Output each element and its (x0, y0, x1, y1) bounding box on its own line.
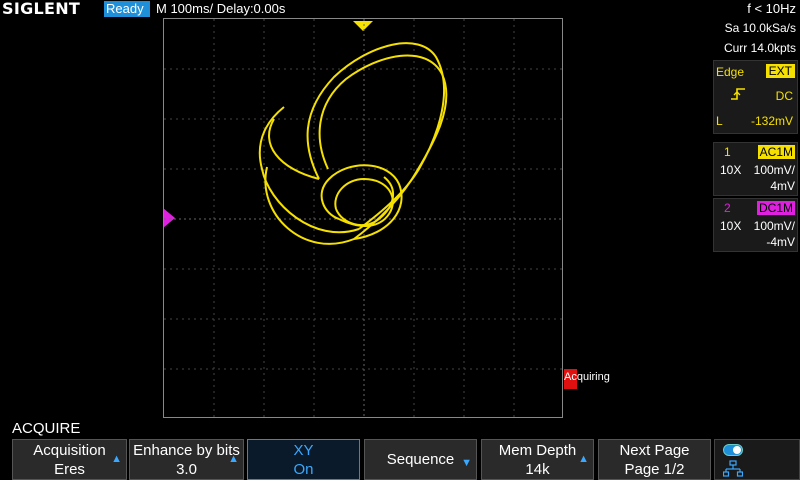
softkey-label: Next Page (619, 442, 690, 459)
softkey-value: On (293, 461, 314, 478)
softkey-value: 14k (525, 461, 550, 478)
up-arrow-icon: ▲ (228, 453, 239, 465)
frequency-readout: f < 10Hz (747, 1, 796, 16)
softkey-label: Mem Depth (498, 442, 577, 459)
trigger-level-label: L (716, 114, 723, 128)
acquiring-label: Acquiring (564, 371, 610, 383)
trigger-panel[interactable]: Edge EXT DC L -132mV (713, 60, 798, 134)
softkey-next-page[interactable]: Next Page Page 1/2 (598, 439, 711, 480)
channel-2-panel[interactable]: 2 DC1M 10X 100mV/ -4mV (713, 198, 798, 252)
channel-2-probe: 10X (720, 219, 742, 233)
channel-1-coupling-badge: AC1M (757, 145, 795, 159)
rising-edge-icon (730, 87, 746, 106)
trigger-coupling: DC (775, 89, 793, 103)
trigger-level: -132mV (750, 114, 793, 128)
softkey-label: Acquisition (33, 442, 106, 459)
softkey-mem-depth[interactable]: Mem Depth 14k ▲ (481, 439, 594, 480)
softkey-value: 3.0 (176, 461, 197, 478)
system-status-area (714, 439, 800, 480)
softkey-label: Enhance by bits (133, 442, 240, 459)
softkey-enhance-bits[interactable]: Enhance by bits 3.0 ▲ (129, 439, 244, 480)
current-depth: Curr 14.0kpts (723, 41, 796, 55)
softkey-xy[interactable]: XY On (247, 439, 360, 480)
delay-value: Delay:0.00s (216, 1, 286, 16)
channel-1-scale: 100mV/ (753, 163, 795, 177)
xy-trace (258, 42, 448, 245)
sample-rate: Sa 10.0kSa/s (724, 21, 796, 35)
channel-2-coupling-badge: DC1M (756, 201, 795, 215)
trigger-type: Edge (716, 65, 745, 79)
softkey-acquisition[interactable]: Acquisition Eres ▲ (12, 439, 127, 480)
softkey-sequence[interactable]: Sequence ▼ (364, 439, 477, 480)
timebase-readout[interactable]: M 100ms/ Delay:0.00s (156, 1, 285, 17)
menu-title: ACQUIRE (12, 420, 81, 437)
brand-logo: SIGLENT (2, 0, 81, 18)
xy-display-grid[interactable] (163, 18, 564, 419)
network-icon (722, 460, 744, 480)
channel-2-offset: -4mV (766, 235, 795, 249)
trigger-source-badge: EXT (765, 64, 795, 78)
toggle-icon[interactable] (723, 443, 743, 461)
down-arrow-icon: ▼ (461, 457, 472, 469)
channel-1-offset: 4mV (770, 179, 795, 193)
channel-1-panel[interactable]: 1 AC1M 10X 100mV/ 4mV (713, 142, 798, 196)
softkey-label: Sequence (386, 451, 455, 468)
channel-1-probe: 10X (720, 163, 742, 177)
softkey-value: Eres (54, 461, 85, 478)
run-status-badge[interactable]: Ready (104, 1, 150, 17)
channel-2-scale: 100mV/ (753, 219, 795, 233)
channel-2-number: 2 (724, 201, 731, 215)
up-arrow-icon: ▲ (578, 453, 589, 465)
channel-1-number: 1 (724, 145, 731, 159)
top-status-bar: SIGLENT Ready M 100ms/ Delay:0.00s f < 1… (0, 0, 800, 18)
timebase-value: M 100ms/ (156, 1, 214, 16)
softkey-label: XY (293, 442, 314, 459)
graticule (164, 19, 564, 419)
up-arrow-icon: ▲ (111, 453, 122, 465)
softkey-value: Page 1/2 (624, 461, 685, 478)
